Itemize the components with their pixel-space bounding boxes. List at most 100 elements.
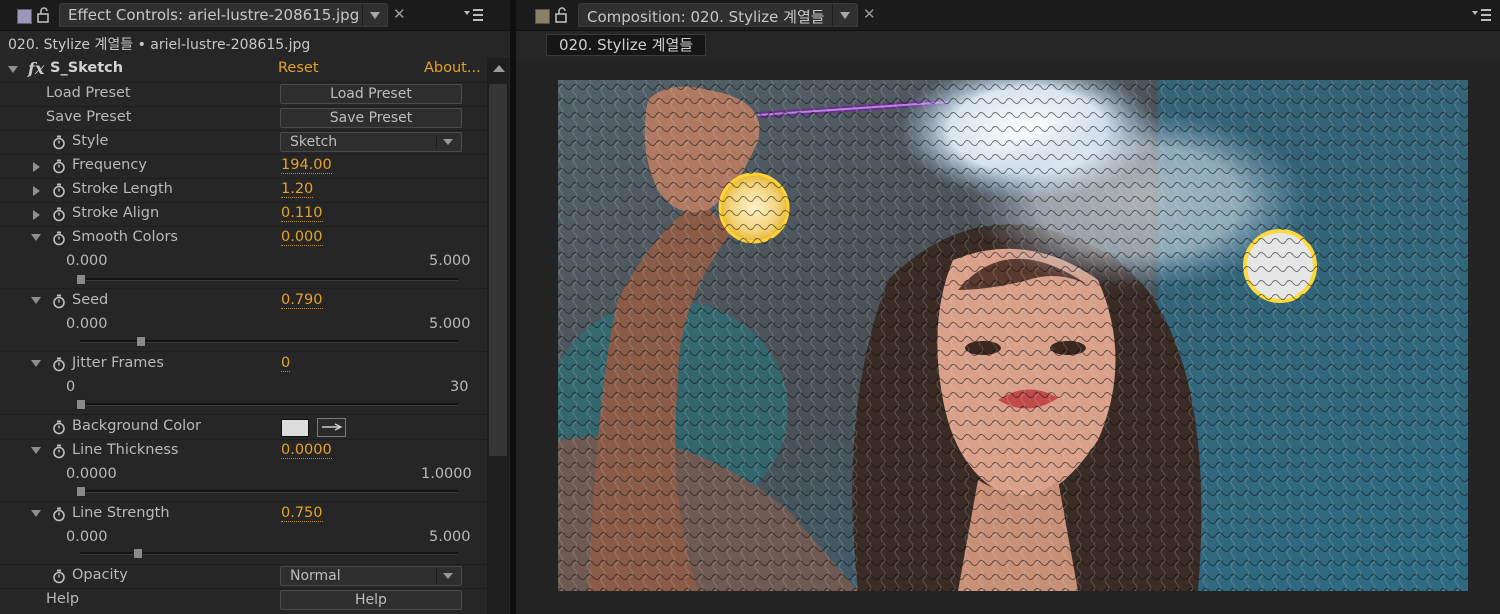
lock-icon[interactable] [554,6,570,24]
stopwatch-icon[interactable] [52,357,66,372]
stopwatch-icon[interactable] [52,420,66,435]
effect-name: S_Sketch [50,60,124,76]
composition-tabbar: Composition: 020. Stylize 계열들 ✕ [516,0,1500,31]
stopwatch-icon[interactable] [52,183,66,198]
stopwatch-icon[interactable] [52,207,66,222]
background-color-swatch[interactable] [281,419,309,437]
param-row-line-thickness: Line Thickness 0.0000 0.0000 1.0000 [0,439,486,502]
save-preset-label: Save Preset [46,109,132,125]
stopwatch-icon[interactable] [52,569,66,584]
load-preset-button[interactable]: Load Preset [280,84,462,104]
jitter-frames-slider-thumb[interactable] [76,399,86,410]
seed-value[interactable]: 0.790 [281,292,323,309]
tab-effect-controls[interactable]: Effect Controls: ariel-lustre-208615.jpg [59,3,388,27]
collapse-triangle-icon[interactable] [31,234,41,241]
smooth-colors-label: Smooth Colors [72,229,178,245]
fx-toggle-icon[interactable]: fx [28,59,44,78]
opacity-dropdown[interactable]: Normal [280,566,462,586]
jitter-frames-max: 30 [450,379,469,395]
line-thickness-max: 1.0000 [421,466,472,482]
line-thickness-value[interactable]: 0.0000 [281,442,332,459]
help-label: Help [46,591,80,607]
chevron-down-icon[interactable] [362,4,387,26]
param-row-help: Help Help [0,588,486,612]
stopwatch-icon[interactable] [52,294,66,309]
collapse-triangle-icon[interactable] [31,360,41,367]
scrollbar-thumb[interactable] [489,84,507,456]
chevron-down-icon[interactable] [832,4,857,26]
jitter-frames-value[interactable]: 0 [281,355,291,372]
param-row-jitter-frames: Jitter Frames 0 0 30 [0,352,486,415]
collapse-triangle-icon[interactable] [31,297,41,304]
smooth-colors-slider[interactable] [76,274,458,285]
composition-frame-image[interactable] [558,80,1468,591]
eyedropper-icon[interactable] [317,418,346,437]
collapse-triangle-icon[interactable] [8,66,18,73]
stopwatch-icon[interactable] [52,159,66,174]
seed-slider-thumb[interactable] [135,336,146,347]
param-row-background-color: Background Color [0,415,486,440]
chevron-down-icon [443,139,453,145]
line-strength-slider-thumb[interactable] [132,548,143,559]
tab-composition[interactable]: Composition: 020. Stylize 계열들 [578,3,858,27]
expand-triangle-icon[interactable] [33,186,40,196]
param-row-line-strength: Line Strength 0.750 0.000 5.000 [0,502,486,565]
smooth-colors-max: 5.000 [429,253,471,269]
param-row-style: Style Sketch [0,130,486,155]
line-thickness-min: 0.0000 [66,466,117,482]
reset-link[interactable]: Reset [278,60,319,76]
param-row-seed: Seed 0.790 0.000 5.000 [0,289,486,352]
param-row-frequency: Frequency 194.00 [0,154,486,179]
smooth-colors-slider-thumb[interactable] [76,274,86,285]
composition-breadcrumb-tab[interactable]: 020. Stylize 계열들 [546,34,707,56]
help-button[interactable]: Help [280,590,462,610]
tab-composition-label: Composition: 020. Stylize 계열들 [587,8,825,26]
opacity-label: Opacity [72,567,128,583]
save-preset-button[interactable]: Save Preset [280,108,462,128]
param-row-opacity: Opacity Normal [0,564,486,589]
stroke-length-value[interactable]: 1.20 [281,181,314,198]
scroll-up-arrow-icon[interactable] [493,65,505,72]
param-row-stroke-align: Stroke Align 0.110 [0,202,486,227]
line-strength-max: 5.000 [429,529,471,545]
effect-controls-subtitle: 020. Stylize 계열들 • ariel-lustre-208615.j… [8,37,311,53]
panel-color-swatch [17,9,32,24]
smooth-colors-value[interactable]: 0.000 [281,229,323,246]
lock-icon[interactable] [36,6,52,24]
line-thickness-slider[interactable] [76,486,458,497]
close-icon[interactable]: ✕ [863,5,876,23]
stopwatch-icon[interactable] [52,507,66,522]
frequency-value[interactable]: 194.00 [281,157,332,174]
style-dropdown[interactable]: Sketch [280,132,462,152]
line-strength-slider[interactable] [80,548,458,559]
tab-effect-controls-label: Effect Controls: ariel-lustre-208615.jpg [68,6,360,24]
line-strength-label: Line Strength [72,505,170,521]
panel-menu-icon[interactable] [1471,6,1493,24]
expand-triangle-icon[interactable] [33,210,40,220]
style-dropdown-value: Sketch [290,134,338,150]
line-thickness-slider-thumb[interactable] [76,486,86,497]
load-preset-label: Load Preset [46,85,131,101]
seed-label: Seed [72,292,109,308]
param-row-save-preset: Save Preset Save Preset [0,106,486,131]
stopwatch-icon[interactable] [52,444,66,459]
param-row-load-preset: Load Preset Load Preset [0,82,486,107]
about-link[interactable]: About... [424,60,481,76]
line-strength-min: 0.000 [66,529,108,545]
stroke-align-value[interactable]: 0.110 [281,205,323,222]
seed-slider[interactable] [80,336,458,347]
panel-menu-icon[interactable] [463,6,485,24]
param-row-smooth-colors: Smooth Colors 0.000 0.000 5.000 [0,226,486,289]
line-strength-value[interactable]: 0.750 [281,505,323,522]
collapse-triangle-icon[interactable] [31,447,41,454]
close-icon[interactable]: ✕ [393,5,406,23]
effect-controls-scrollbar[interactable] [487,58,509,614]
jitter-frames-label: Jitter Frames [72,355,164,371]
stopwatch-icon[interactable] [52,135,66,150]
jitter-frames-slider[interactable] [76,399,458,410]
expand-triangle-icon[interactable] [33,162,40,172]
stopwatch-icon[interactable] [52,231,66,246]
seed-max: 5.000 [429,316,471,332]
collapse-triangle-icon[interactable] [31,510,41,517]
effect-controls-tabbar: Effect Controls: ariel-lustre-208615.jpg… [0,0,510,31]
